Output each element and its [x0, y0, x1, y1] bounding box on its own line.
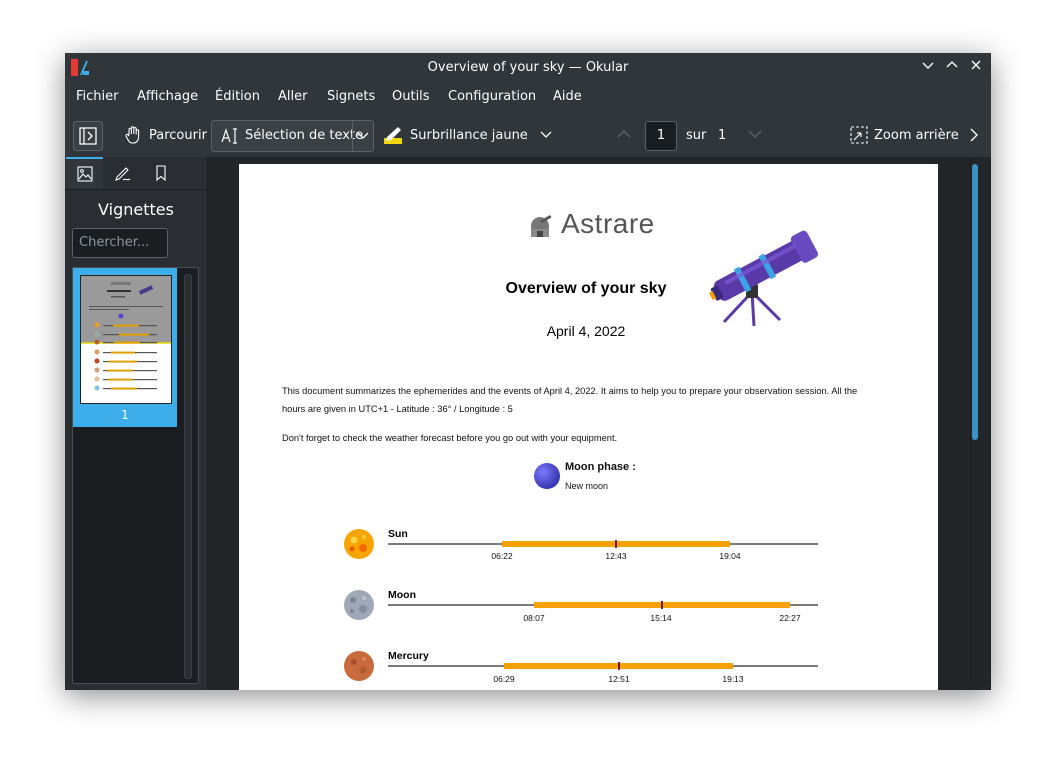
- menu-affichage[interactable]: Affichage: [137, 89, 198, 104]
- moon-culmination-time: 15:14: [650, 613, 672, 623]
- chevron-right-icon[interactable]: [968, 127, 980, 143]
- pen-icon: [114, 167, 130, 181]
- sun-name: Sun: [388, 528, 408, 540]
- sun-set-time: 19:04: [719, 551, 741, 561]
- observatory-logo-icon: [531, 215, 552, 237]
- chevron-down-icon: [540, 131, 552, 138]
- title-bar: Overview of your sky — Okular: [65, 53, 991, 82]
- main-toolbar: Parcourir Sélection de texte Surbrillanc…: [65, 112, 991, 158]
- okular-window: Overview of your sky — Okular Fichier Af…: [65, 53, 991, 690]
- highlight-label: Surbrillance jaune: [410, 127, 528, 143]
- text-selection-tool-button[interactable]: Sélection de texte: [211, 120, 374, 152]
- document-scrollbar[interactable]: [972, 164, 978, 440]
- menu-aller[interactable]: Aller: [278, 89, 307, 104]
- hand-icon: [125, 126, 140, 144]
- chevron-up-icon: [946, 61, 958, 68]
- thumbnail-search-input[interactable]: Chercher...: [72, 228, 168, 258]
- menu-edition[interactable]: Édition: [215, 89, 260, 104]
- menu-aide[interactable]: Aide: [553, 89, 582, 104]
- moon-set-time: 22:27: [779, 613, 801, 623]
- close-icon: [971, 60, 981, 70]
- menu-fichier[interactable]: Fichier: [76, 89, 119, 104]
- mercury-set-time: 19:13: [722, 674, 744, 684]
- brand-name: Astrare: [561, 208, 655, 239]
- mercury-culmination-tick: [618, 662, 620, 670]
- split-divider: [352, 121, 353, 151]
- sun-culmination-time: 12:43: [605, 551, 627, 561]
- pdf-page: Astrare Overview of your sky April 4, 20…: [239, 164, 938, 690]
- chevron-down-icon: [922, 62, 934, 69]
- thumbnail-preview-image: [81, 276, 171, 391]
- intro-line-1: This document summarizes the ephemerides…: [282, 386, 858, 396]
- browse-label: Parcourir: [149, 127, 207, 143]
- moon-culmination-tick: [661, 601, 663, 609]
- panel-title: Vignettes: [98, 200, 174, 219]
- thumbnail-scrollbar[interactable]: [184, 274, 192, 679]
- weather-note: Don't forget to check the weather foreca…: [282, 433, 618, 443]
- document-viewer: Astrare Overview of your sky April 4, 20…: [208, 157, 991, 690]
- close-button[interactable]: [967, 58, 985, 76]
- moon-phase-label: Moon phase :: [565, 461, 636, 473]
- intro-line-2: hours are given in UTC+1 - Latitude : 36…: [282, 404, 513, 414]
- image-icon: [76, 166, 93, 182]
- tab-thumbnails[interactable]: [66, 157, 103, 189]
- chevron-down-icon[interactable]: [357, 131, 369, 141]
- moon-icon: [344, 590, 374, 620]
- new-moon-icon: [534, 463, 560, 489]
- mercury-culmination-time: 12:51: [608, 674, 630, 684]
- bookmark-icon: [155, 165, 166, 182]
- window-title: Overview of your sky — Okular: [427, 60, 629, 75]
- minimize-button[interactable]: [919, 58, 937, 76]
- menu-bar: Fichier Affichage Édition Aller Signets …: [65, 82, 991, 112]
- menu-signets[interactable]: Signets: [327, 89, 375, 104]
- moon-phase-value: New moon: [565, 481, 609, 491]
- mercury-rise-time: 06:29: [493, 674, 515, 684]
- text-selection-label: Sélection de texte: [245, 128, 364, 143]
- sun-culmination-tick: [615, 540, 617, 548]
- search-placeholder: Chercher...: [79, 235, 150, 250]
- browse-tool-button[interactable]: Parcourir: [123, 120, 207, 150]
- telescope-illustration: [708, 230, 819, 327]
- tab-divider: [65, 189, 207, 190]
- thumbnail-page-preview: [80, 275, 172, 404]
- zoom-out-icon: [850, 126, 868, 144]
- moon-name: Moon: [388, 589, 416, 601]
- thumbnail-list: 1: [72, 267, 199, 684]
- menu-configuration[interactable]: Configuration: [448, 89, 536, 104]
- previous-page-icon[interactable]: [616, 128, 632, 140]
- menu-outils[interactable]: Outils: [392, 89, 430, 104]
- zoom-out-label: Zoom arrière: [874, 127, 959, 143]
- sidebar-panel: Vignettes Chercher... 1: [65, 157, 208, 690]
- page-of-label: sur: [686, 128, 707, 143]
- next-page-icon[interactable]: [747, 128, 763, 140]
- maximize-button[interactable]: [943, 58, 961, 76]
- sun-icon: [344, 529, 374, 559]
- tab-annotations[interactable]: [104, 157, 141, 189]
- mercury-name: Mercury: [388, 650, 429, 662]
- tab-bookmarks[interactable]: [142, 157, 179, 189]
- zoom-out-button[interactable]: Zoom arrière: [850, 120, 959, 150]
- page-total: 1: [718, 128, 727, 143]
- sun-rise-time: 06:22: [491, 551, 513, 561]
- thumbnail-item[interactable]: 1: [73, 268, 177, 427]
- sidebar-toggle-icon: [79, 127, 97, 145]
- highlight-tool-button[interactable]: Surbrillance jaune: [382, 120, 552, 150]
- mercury-icon: [344, 651, 374, 681]
- page-number-input[interactable]: 1: [645, 121, 677, 151]
- sidebar-toggle-button[interactable]: [73, 121, 103, 151]
- highlighter-icon: [384, 127, 402, 144]
- text-cursor-icon: [221, 128, 237, 144]
- moon-rise-time: 08:07: [523, 613, 545, 623]
- thumbnail-page-number: 1: [121, 408, 129, 422]
